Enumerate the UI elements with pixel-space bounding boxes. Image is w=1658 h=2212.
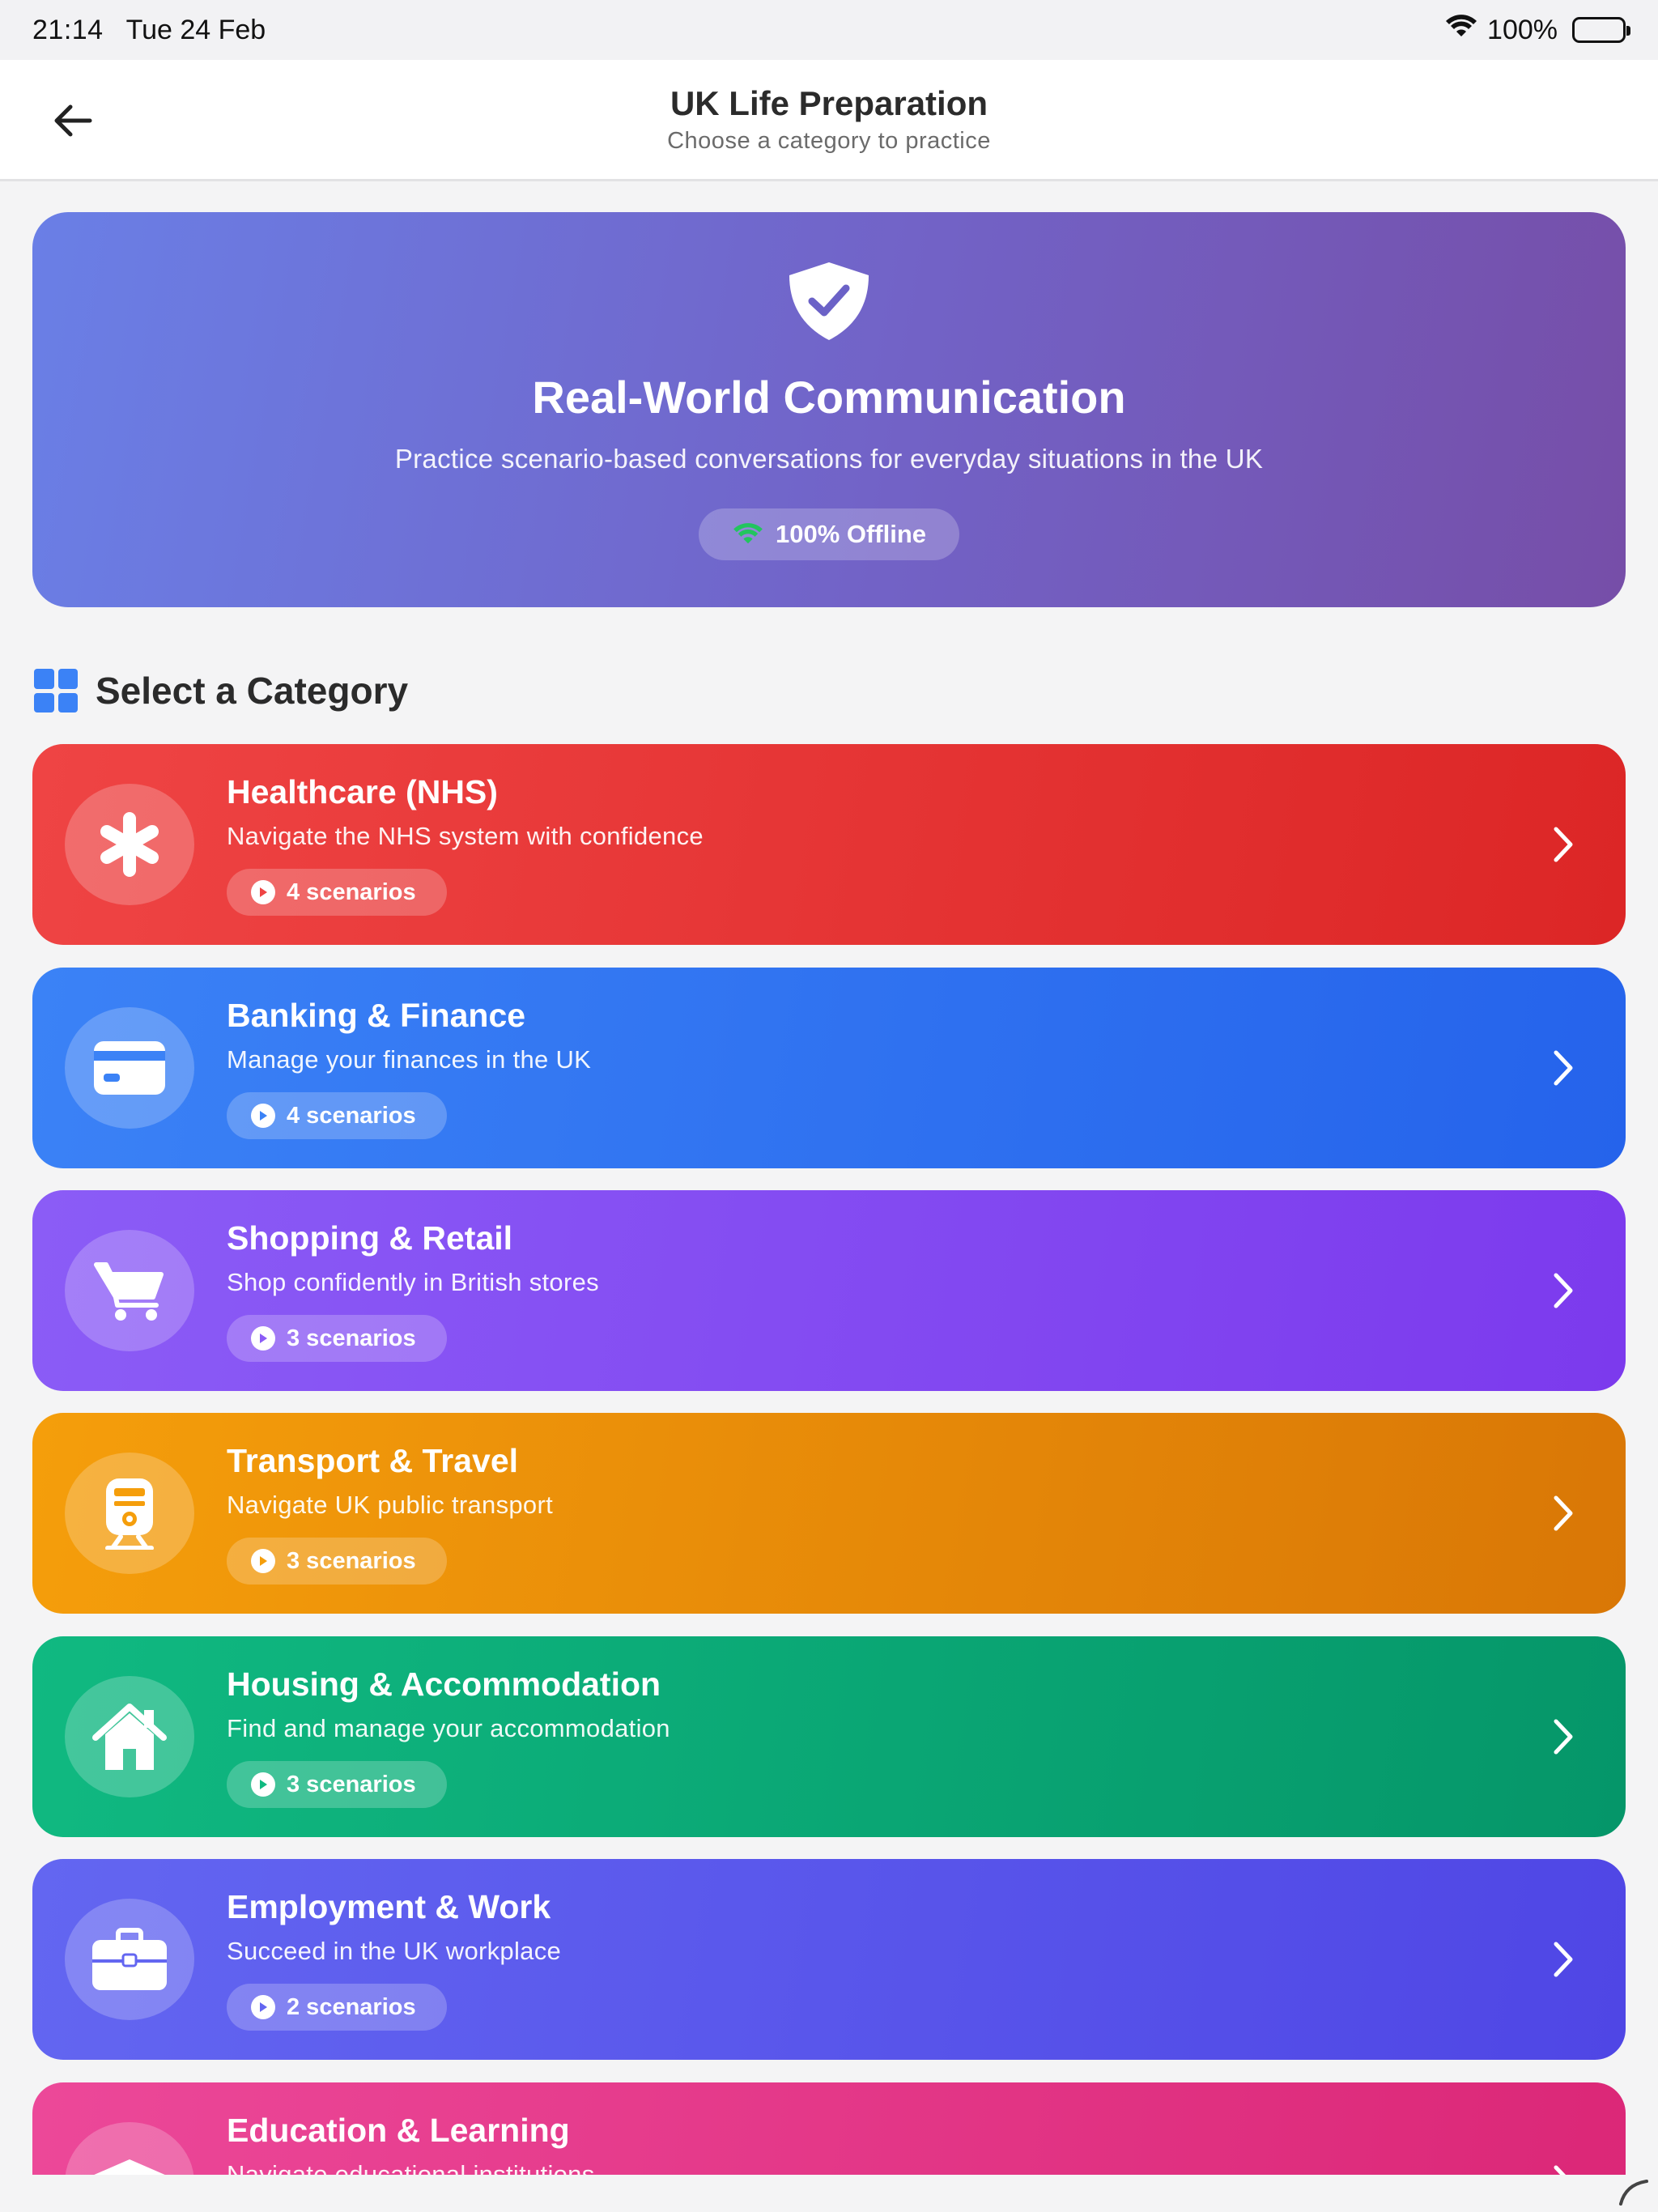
status-bar: 21:14 Tue 24 Feb 100% bbox=[0, 0, 1658, 60]
category-icon-circle bbox=[65, 1007, 194, 1129]
nav-bar: UK Life Preparation Choose a category to… bbox=[0, 60, 1658, 181]
page-title: UK Life Preparation bbox=[670, 84, 988, 122]
category-description: Succeed in the UK workplace bbox=[227, 1937, 562, 1965]
offline-badge-label: 100% Offline bbox=[775, 520, 927, 548]
scenario-count-badge: 3 scenarios bbox=[227, 1315, 447, 1362]
status-date: Tue 24 Feb bbox=[125, 14, 266, 45]
house-icon bbox=[92, 1704, 167, 1770]
category-description: Find and manage your accommodation bbox=[227, 1714, 670, 1742]
credit-card-icon bbox=[94, 1041, 165, 1095]
scenario-count-badge: 4 scenarios bbox=[227, 869, 447, 916]
chevron-right-icon bbox=[1554, 1495, 1573, 1531]
shield-check-icon bbox=[784, 261, 874, 346]
resize-handle-icon bbox=[1619, 2180, 1648, 2206]
category-card-healthcare[interactable]: Healthcare (NHS) Navigate the NHS system… bbox=[32, 744, 1626, 945]
play-icon bbox=[251, 1995, 275, 2019]
chevron-right-icon bbox=[1554, 1273, 1573, 1308]
category-description: Manage your finances in the UK bbox=[227, 1045, 592, 1074]
category-title: Shopping & Retail bbox=[227, 1219, 513, 1257]
play-icon bbox=[251, 1772, 275, 1797]
chevron-right-icon bbox=[1554, 827, 1573, 862]
chevron-right-icon bbox=[1554, 1050, 1573, 1086]
category-title: Healthcare (NHS) bbox=[227, 773, 498, 810]
battery-percent: 100% bbox=[1487, 14, 1558, 45]
scenario-count-badge: 3 scenarios bbox=[227, 1761, 447, 1808]
bottom-safe-area bbox=[0, 2175, 1658, 2212]
briefcase-icon bbox=[92, 1928, 167, 1990]
category-title: Transport & Travel bbox=[227, 1442, 519, 1479]
battery-icon bbox=[1572, 17, 1630, 43]
hero-subtitle: Practice scenario-based conversations fo… bbox=[394, 444, 1264, 474]
play-icon bbox=[251, 1326, 275, 1351]
page: 21:14 Tue 24 Feb 100% UK Life Preparatio… bbox=[0, 0, 1658, 2212]
train-icon bbox=[105, 1478, 154, 1550]
status-right: 100% bbox=[1445, 14, 1630, 47]
chevron-right-icon bbox=[1554, 1719, 1573, 1755]
status-time: 21:14 bbox=[32, 14, 104, 45]
category-description: Shop confidently in British stores bbox=[227, 1268, 599, 1296]
play-icon bbox=[251, 1104, 275, 1128]
scenario-count: 3 scenarios bbox=[287, 1325, 416, 1351]
category-title: Education & Learning bbox=[227, 2112, 570, 2149]
page-subtitle: Choose a category to practice bbox=[667, 128, 991, 154]
category-card-banking[interactable]: Banking & Finance Manage your finances i… bbox=[32, 968, 1626, 1168]
category-title: Employment & Work bbox=[227, 1888, 551, 1925]
hero-card: Real-World Communication Practice scenar… bbox=[32, 212, 1626, 607]
category-description: Navigate UK public transport bbox=[227, 1491, 553, 1519]
scenario-count-badge: 3 scenarios bbox=[227, 1538, 447, 1585]
scenario-count: 4 scenarios bbox=[287, 1102, 416, 1129]
grid-icon bbox=[34, 669, 78, 713]
section-header: Select a Category bbox=[34, 669, 408, 713]
play-icon bbox=[251, 1549, 275, 1573]
category-description: Navigate the NHS system with confidence bbox=[227, 822, 704, 850]
category-card-employment[interactable]: Employment & Work Succeed in the UK work… bbox=[32, 1859, 1626, 2060]
category-icon-circle bbox=[65, 784, 194, 905]
category-icon-circle bbox=[65, 1453, 194, 1574]
shopping-cart-icon bbox=[94, 1262, 164, 1321]
category-card-housing[interactable]: Housing & Accommodation Find and manage … bbox=[32, 1636, 1626, 1837]
wifi-icon bbox=[733, 523, 763, 544]
scenario-count-badge: 4 scenarios bbox=[227, 1092, 447, 1139]
scenario-count-badge: 2 scenarios bbox=[227, 1984, 447, 2031]
category-title: Banking & Finance bbox=[227, 997, 526, 1034]
chevron-right-icon bbox=[1554, 1942, 1573, 1977]
category-card-transport[interactable]: Transport & Travel Navigate UK public tr… bbox=[32, 1413, 1626, 1614]
category-card-shopping[interactable]: Shopping & Retail Shop confidently in Br… bbox=[32, 1190, 1626, 1391]
wifi-icon bbox=[1445, 14, 1477, 47]
category-icon-circle bbox=[65, 1676, 194, 1797]
scenario-count: 4 scenarios bbox=[287, 878, 416, 905]
scenario-count: 2 scenarios bbox=[287, 1993, 416, 2020]
hero-title: Real-World Communication bbox=[532, 372, 1126, 423]
category-icon-circle bbox=[65, 1899, 194, 2020]
offline-badge: 100% Offline bbox=[699, 508, 959, 560]
play-icon bbox=[251, 880, 275, 904]
category-icon-circle bbox=[65, 1230, 194, 1351]
section-title: Select a Category bbox=[96, 670, 409, 712]
medical-asterisk-icon bbox=[100, 812, 159, 877]
scenario-count: 3 scenarios bbox=[287, 1771, 416, 1797]
nav-titles: UK Life Preparation Choose a category to… bbox=[0, 84, 1658, 155]
category-title: Housing & Accommodation bbox=[227, 1665, 661, 1703]
scenario-count: 3 scenarios bbox=[287, 1547, 416, 1574]
